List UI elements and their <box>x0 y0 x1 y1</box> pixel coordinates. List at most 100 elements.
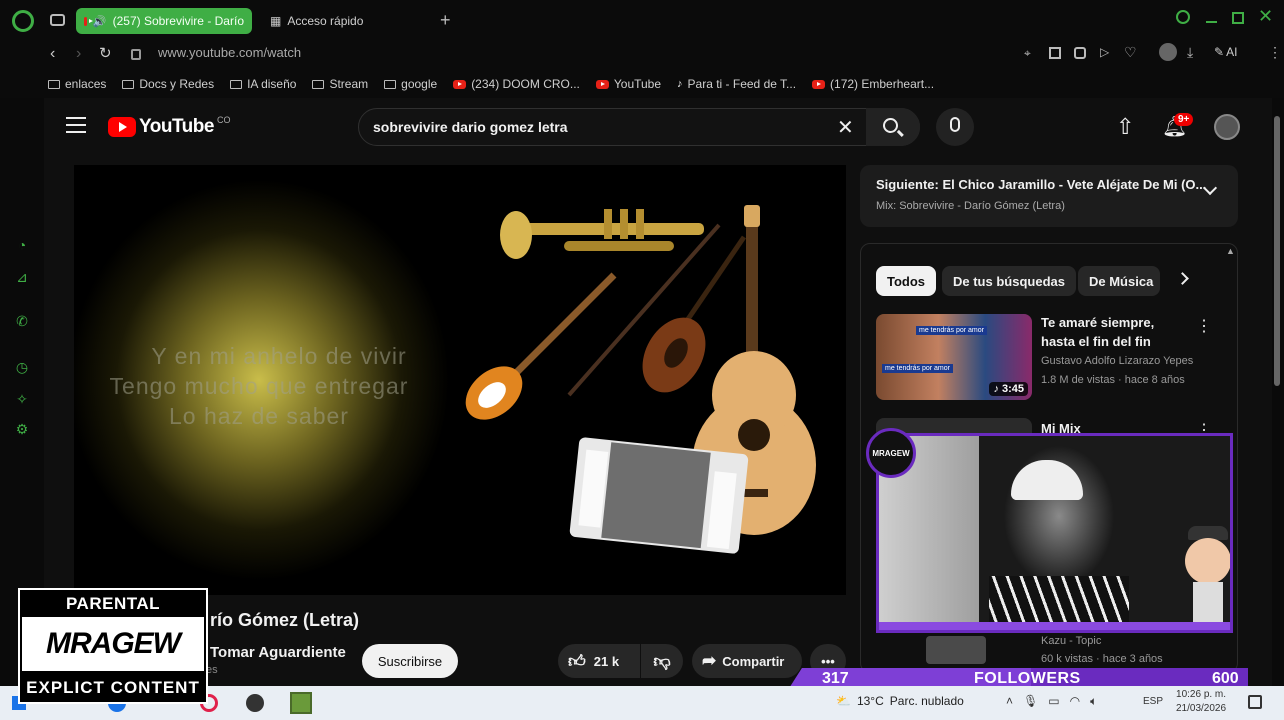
video-thumbnail-bottom <box>926 636 986 664</box>
account-avatar[interactable] <box>1214 114 1240 140</box>
parental-advisory-overlay: PARENTAL ADVISORY MRAGEW EXPLICT CONTENT <box>18 588 208 704</box>
bookmark-tiktok[interactable]: ♪ Para ti - Feed de T... <box>677 77 796 91</box>
upload-icon[interactable]: ⇧ <box>1116 114 1134 140</box>
folder-icon <box>312 79 325 89</box>
language-indicator[interactable]: ESP <box>1143 696 1163 707</box>
magic-icon: ✎ <box>1214 45 1225 59</box>
reload-button[interactable]: ↻ <box>99 44 112 62</box>
bookmark-enlaces[interactable]: enlaces <box>48 77 106 91</box>
whatsapp-icon[interactable]: ✆ <box>13 312 31 330</box>
weather-widget[interactable]: ⛅ 13°C Parc. nublado <box>836 694 964 708</box>
bookmark-stream[interactable]: Stream <box>312 77 368 91</box>
youtube-icon <box>812 79 826 89</box>
guide-menu-icon[interactable] <box>66 117 86 133</box>
share-icon: ➦ <box>702 651 717 670</box>
search-input[interactable]: sobrevivire dario gomez letra <box>373 119 568 135</box>
tab-active-youtube[interactable]: 🔊 (257) Sobrevivire - Darío <box>76 8 252 34</box>
bookmark-youtube[interactable]: YouTube <box>595 77 661 91</box>
aria-ai-button[interactable]: ✎ AI <box>1214 45 1237 59</box>
chip-from-searches[interactable]: De tus búsquedas <box>942 266 1076 296</box>
search-button[interactable] <box>866 108 920 146</box>
clear-search-icon[interactable]: ✕ <box>837 115 854 140</box>
folder-icon <box>230 79 243 89</box>
forward-button[interactable]: › <box>76 45 81 63</box>
bookmarks-bar: enlaces Docs y Redes IA diseño Stream go… <box>0 70 1284 98</box>
search-box[interactable]: sobrevivire dario gomez letra ✕ <box>358 108 920 146</box>
video-meta: 60 k vistas · hace 3 años <box>1041 653 1163 665</box>
video-title: Te amaré siempre, <box>1041 315 1155 330</box>
accordion-icon <box>569 437 749 554</box>
close-window-button[interactable]: ✕ <box>1258 6 1273 27</box>
tab-speed-dial[interactable]: ▦ Acceso rápido <box>262 8 432 34</box>
chip-music[interactable]: De Música <box>1078 266 1160 296</box>
bookmark-ia-diseno[interactable]: IA diseño <box>230 77 296 91</box>
browser-tab-bar: 🔊 (257) Sobrevivire - Darío ▦ Acceso ráp… <box>0 0 1284 42</box>
heart-icon[interactable]: ♡ <box>1124 44 1137 61</box>
adblock-icon[interactable] <box>1074 47 1086 59</box>
workspaces-icon[interactable] <box>50 14 65 26</box>
more-options-icon[interactable]: ⋮ <box>1196 316 1212 336</box>
webcam-overlay <box>876 433 1233 633</box>
grid-icon: ▦ <box>270 14 282 28</box>
new-tab-button[interactable]: + <box>440 10 451 31</box>
extension-avatar-icon[interactable] <box>1159 43 1177 61</box>
crypto-wallet-icon[interactable]: ⊿ <box>13 268 31 286</box>
video-player[interactable]: Y en mi anhelo de vivir Tengo mucho que … <box>74 165 846 595</box>
more-icon: ••• <box>821 653 835 669</box>
recommendation-item[interactable]: me tendrás por amor me tendrás por amor … <box>876 314 1228 404</box>
mix-name: Mix: Sobrevivire - Darío Gómez (Letra) <box>876 200 1065 212</box>
bookmark-google[interactable]: google <box>384 77 437 91</box>
tab-title: (257) Sobrevivire - Darío <box>112 14 244 28</box>
video-meta: 1.8 M de vistas · hace 8 años <box>1041 374 1185 386</box>
share-button[interactable]: ➦ Compartir <box>692 644 802 678</box>
bass-guitar-icon <box>465 272 617 420</box>
menu-icon[interactable]: ⋮ <box>1268 44 1282 61</box>
panel-scroll-up-icon[interactable]: ▲ <box>1226 246 1235 256</box>
page-scrollbar[interactable] <box>1274 116 1280 386</box>
channel-name[interactable]: Tomar Aguardiente <box>210 644 346 661</box>
play-icon[interactable]: ▷ <box>1100 45 1109 59</box>
like-button[interactable]: 👍︎ 21 k <box>558 644 640 678</box>
thumbs-up-icon: 👍︎ <box>568 651 586 671</box>
webcam-bottom-bar <box>879 622 1230 630</box>
dislike-button[interactable]: 👎︎ <box>641 644 683 678</box>
volume-icon: 🔈︎ <box>1090 694 1098 708</box>
pin-icon[interactable]: ⌖ <box>1024 46 1031 61</box>
microphone-icon <box>950 117 960 132</box>
tray-icons[interactable]: ˄ 🎙︎ ▭ ◠ 🔈︎ <box>1006 694 1097 709</box>
history-icon[interactable]: ◷ <box>13 358 31 376</box>
channel-name: Kazu - Topic <box>1041 635 1102 647</box>
minimize-button[interactable] <box>1206 21 1217 23</box>
tiktok-icon: ♪ <box>677 78 683 90</box>
subscribe-button[interactable]: Suscribirse <box>362 644 458 678</box>
bookmark-emberheart[interactable]: (172) Emberheart... <box>812 77 934 91</box>
settings-icon[interactable]: ⚙ <box>13 420 31 438</box>
network-icon: ▭ <box>1048 694 1060 708</box>
maximize-button[interactable] <box>1232 12 1244 24</box>
youtube-play-icon <box>108 117 136 137</box>
download-icon[interactable]: ⤓ <box>1187 44 1193 61</box>
snapshot-icon[interactable] <box>1049 47 1061 59</box>
back-button[interactable]: ‹ <box>50 45 55 63</box>
country-code: CO <box>216 115 231 125</box>
app-icon[interactable] <box>246 694 264 712</box>
notification-center-icon[interactable] <box>1248 695 1262 709</box>
bookmark-doom[interactable]: (234) DOOM CRO... <box>453 77 580 91</box>
clock[interactable]: 10:26 p. m. 21/03/2026 <box>1176 688 1226 716</box>
chip-all[interactable]: Todos <box>876 266 937 296</box>
search-tabs-icon[interactable] <box>1176 10 1190 24</box>
minecraft-icon[interactable] <box>290 692 312 714</box>
opera-logo-icon[interactable] <box>12 10 34 32</box>
up-next-title: Siguiente: El Chico Jaramillo - Vete Alé… <box>876 177 1207 192</box>
extensions-icon[interactable]: ✧ <box>13 390 31 408</box>
aria-icon[interactable]: ◔ <box>13 236 31 254</box>
youtube-logo[interactable]: YouTube CO <box>108 115 231 138</box>
url-field[interactable]: www.youtube.com/watch <box>158 45 301 60</box>
bookmark-docs-redes[interactable]: Docs y Redes <box>122 77 214 91</box>
voice-search-button[interactable] <box>936 108 974 146</box>
youtube-icon <box>595 79 609 89</box>
speaker-icon[interactable]: 🔊 <box>93 15 107 28</box>
playlist-panel[interactable]: Siguiente: El Chico Jaramillo - Vete Alé… <box>860 165 1238 227</box>
microphone-icon: 🎙︎ <box>1023 694 1039 708</box>
duration-badge: ♪ 3:45 <box>989 382 1028 396</box>
